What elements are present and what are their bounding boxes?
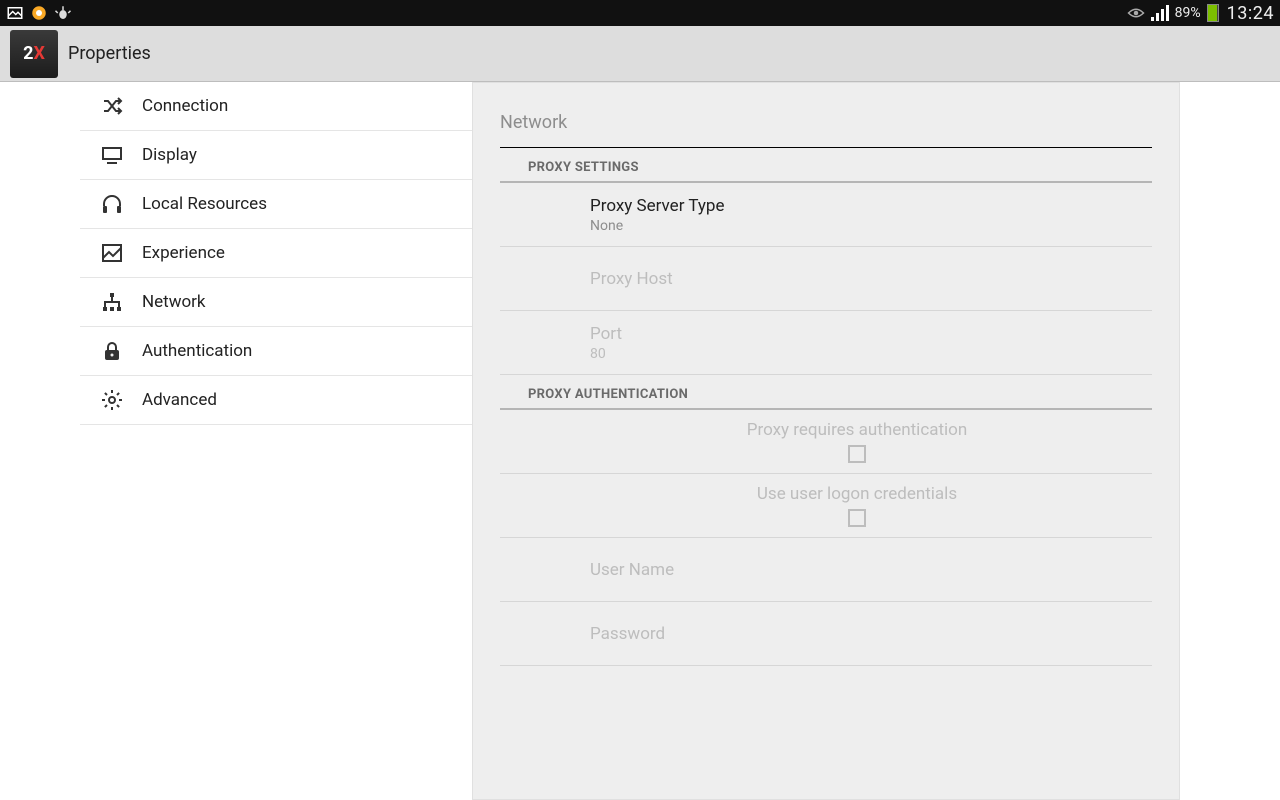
pref-title: Password (590, 624, 1124, 644)
pref-proxy-requires-auth: Proxy requires authentication (500, 410, 1152, 474)
battery-icon (1207, 4, 1219, 22)
smart-stay-icon (1127, 4, 1145, 22)
panel-title: Network (472, 98, 1180, 147)
section-header-proxy-settings: PROXY SETTINGS (500, 148, 1152, 183)
pref-subtitle: 80 (590, 346, 1124, 362)
sidebar-item-label: Network (142, 292, 206, 312)
debug-notification-icon (54, 4, 72, 22)
lock-icon (100, 339, 124, 363)
sidebar-item-label: Local Resources (142, 194, 267, 214)
app-notification-icon (30, 4, 48, 22)
right-gutter (1180, 82, 1280, 800)
gallery-notification-icon (6, 4, 24, 22)
pref-password: Password (500, 602, 1152, 666)
left-gutter (0, 82, 80, 800)
sidebar-item-label: Experience (142, 243, 225, 263)
sidebar-item-label: Connection (142, 96, 228, 116)
settings-sidebar: Connection Display Local Resources Exper… (80, 82, 472, 800)
sidebar-item-label: Advanced (142, 390, 217, 410)
gear-icon (100, 388, 124, 412)
sidebar-item-connection[interactable]: Connection (80, 82, 472, 131)
detail-panel: Network PROXY SETTINGS Proxy Server Type… (472, 82, 1180, 800)
pref-proxy-server-type[interactable]: Proxy Server Type None (500, 183, 1152, 247)
clock: 13:24 (1227, 3, 1274, 24)
shuffle-icon (100, 94, 124, 118)
pref-title: Proxy Server Type (590, 196, 1124, 216)
pref-title: User Name (590, 560, 1124, 580)
sidebar-item-authentication[interactable]: Authentication (80, 327, 472, 376)
page-title: Properties (68, 43, 151, 64)
network-icon (100, 290, 124, 314)
sidebar-item-label: Display (142, 145, 197, 165)
pref-subtitle: None (590, 218, 1124, 234)
action-bar: 2X Properties (0, 26, 1280, 82)
sidebar-item-display[interactable]: Display (80, 131, 472, 180)
battery-percent: 89% (1175, 5, 1201, 21)
checkbox (848, 509, 866, 527)
signal-icon (1151, 4, 1169, 22)
pref-title: Proxy requires authentication (747, 420, 968, 445)
sidebar-item-network[interactable]: Network (80, 278, 472, 327)
sidebar-item-experience[interactable]: Experience (80, 229, 472, 278)
picture-icon (100, 241, 124, 265)
sidebar-item-advanced[interactable]: Advanced (80, 376, 472, 425)
pref-use-logon-credentials: Use user logon credentials (500, 474, 1152, 538)
sidebar-item-label: Authentication (142, 341, 252, 361)
section-header-proxy-auth: PROXY AUTHENTICATION (500, 375, 1152, 410)
pref-title: Port (590, 324, 1124, 344)
pref-title: Proxy Host (590, 269, 1124, 289)
checkbox (848, 445, 866, 463)
android-status-bar: 89% 13:24 (0, 0, 1280, 26)
app-logo[interactable]: 2X (10, 30, 58, 78)
pref-user-name: User Name (500, 538, 1152, 602)
pref-proxy-host: Proxy Host (500, 247, 1152, 311)
pref-title: Use user logon credentials (757, 484, 957, 509)
sidebar-item-local-resources[interactable]: Local Resources (80, 180, 472, 229)
headphones-icon (100, 192, 124, 216)
monitor-icon (100, 143, 124, 167)
pref-port: Port 80 (500, 311, 1152, 375)
